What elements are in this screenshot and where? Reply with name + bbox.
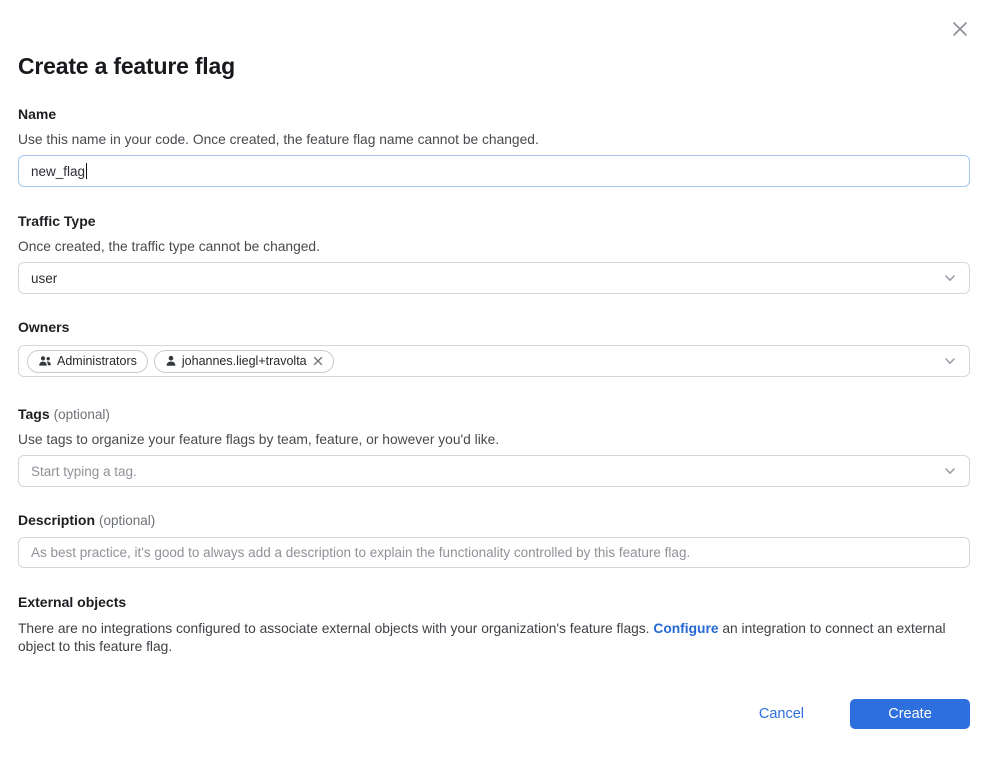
- optional-hint: (optional): [54, 407, 110, 422]
- description-input[interactable]: [18, 537, 970, 568]
- traffic-type-help: Once created, the traffic type cannot be…: [18, 238, 970, 255]
- cancel-button[interactable]: Cancel: [759, 706, 804, 722]
- modal-footer: Cancel Create: [18, 699, 970, 729]
- optional-hint: (optional): [99, 513, 155, 528]
- chevron-down-icon: [943, 271, 957, 285]
- traffic-type-value: user: [31, 271, 57, 286]
- chevron-down-icon: [943, 354, 957, 368]
- traffic-type-select[interactable]: user: [18, 262, 970, 294]
- name-input[interactable]: new_flag: [18, 155, 970, 187]
- tags-help: Use tags to organize your feature flags …: [18, 431, 970, 448]
- description-section: Description(optional): [18, 512, 970, 568]
- name-help: Use this name in your code. Once created…: [18, 131, 970, 148]
- create-button[interactable]: Create: [850, 699, 970, 729]
- name-label: Name: [18, 106, 970, 123]
- external-objects-label: External objects: [18, 594, 970, 611]
- chevron-down-icon: [943, 464, 957, 478]
- owner-chip-johannes[interactable]: johannes.liegl+travolta: [154, 350, 334, 373]
- tags-section: Tags(optional) Use tags to organize your…: [18, 406, 970, 487]
- tags-label: Tags(optional): [18, 406, 970, 423]
- name-input-value: new_flag: [31, 164, 85, 179]
- page-title: Create a feature flag: [18, 0, 970, 80]
- person-icon: [165, 355, 177, 367]
- traffic-type-section: Traffic Type Once created, the traffic t…: [18, 213, 970, 294]
- external-objects-text: There are no integrations configured to …: [18, 620, 970, 656]
- name-section: Name Use this name in your code. Once cr…: [18, 106, 970, 187]
- close-icon[interactable]: [947, 16, 973, 42]
- traffic-type-label: Traffic Type: [18, 213, 970, 230]
- configure-link[interactable]: Configure: [653, 621, 718, 636]
- description-label: Description(optional): [18, 512, 970, 529]
- group-icon: [38, 355, 52, 367]
- tags-input[interactable]: [31, 464, 943, 479]
- remove-owner-icon[interactable]: [313, 356, 323, 366]
- text-caret: [86, 163, 87, 179]
- owners-section: Owners Administrators: [18, 319, 970, 377]
- owners-select[interactable]: Administrators johannes.liegl+travolta: [18, 345, 970, 377]
- owner-chip-administrators[interactable]: Administrators: [27, 350, 148, 373]
- owners-label: Owners: [18, 319, 970, 336]
- owner-chip-label: johannes.liegl+travolta: [182, 354, 307, 368]
- create-feature-flag-modal: Create a feature flag Name Use this name…: [0, 0, 988, 763]
- external-objects-section: External objects There are no integratio…: [18, 594, 970, 656]
- owner-chip-label: Administrators: [57, 354, 137, 368]
- tags-select[interactable]: [18, 455, 970, 487]
